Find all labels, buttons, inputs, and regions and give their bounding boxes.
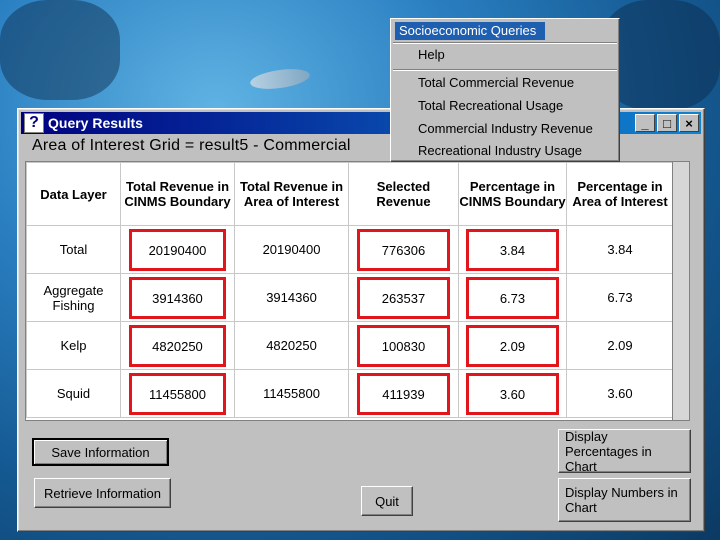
column-header: Total Revenue in Area of Interest: [234, 162, 349, 226]
menu-item-commercial-industry-revenue[interactable]: Commercial Industry Revenue: [418, 121, 593, 137]
table-cell: 11455800: [234, 369, 349, 418]
column-header: Percentage in CINMS Boundary: [458, 162, 567, 226]
table-row: Squid 11455800 11455800 411939 3.60 3.60: [26, 369, 674, 418]
column-header: Data Layer: [26, 162, 121, 226]
maximize-button[interactable]: □: [657, 114, 677, 132]
table-cell: Squid: [26, 369, 121, 418]
close-button[interactable]: ×: [679, 114, 699, 132]
highlighted-cell: 6.73: [466, 276, 559, 319]
menu-item-total-recreational-usage[interactable]: Total Recreational Usage: [418, 98, 563, 114]
highlighted-cell: 776306: [356, 228, 451, 271]
highlighted-cell: 100830: [356, 324, 451, 367]
retrieve-information-button[interactable]: Retrieve Information: [34, 478, 171, 508]
highlighted-cell: 2.09: [466, 324, 559, 367]
menu-item-recreational-industry-usage[interactable]: Recreational Industry Usage: [418, 143, 582, 159]
quit-button[interactable]: Quit: [361, 486, 413, 516]
table-cell: 2.09: [566, 321, 674, 370]
table-cell: 3.60: [566, 369, 674, 418]
highlighted-cell: 263537: [356, 276, 451, 319]
highlighted-cell: 3.84: [466, 228, 559, 271]
minimize-button[interactable]: _: [635, 114, 655, 132]
menu-title: Socioeconomic Queries: [395, 22, 545, 40]
row-label: Aggregate Fishing: [43, 282, 104, 313]
window-title: Query Results: [48, 115, 143, 131]
menu-separator: [393, 42, 617, 44]
highlighted-cell: 11455800: [128, 372, 227, 415]
table-header-row: Data Layer Total Revenue in CINMS Bounda…: [26, 162, 674, 226]
table-cell: Kelp: [26, 321, 121, 370]
column-header: Percentage in Area of Interest: [566, 162, 674, 226]
table-cell: 3.84: [566, 225, 674, 274]
table-row: Total 20190400 20190400 776306 3.84 3.84: [26, 225, 674, 274]
table-cell: 4820250: [234, 321, 349, 370]
menu-separator: [393, 69, 617, 71]
column-header: Selected Revenue: [348, 162, 459, 226]
highlighted-cell: 4820250: [128, 324, 227, 367]
grid-subtitle: Area of Interest Grid = result5 - Commer…: [32, 137, 351, 154]
table-row: Aggregate Fishing 3914360 3914360 263537…: [26, 273, 674, 322]
background-fish: [249, 65, 311, 93]
column-header: Total Revenue in CINMS Boundary: [120, 162, 235, 226]
background-kelp: [0, 0, 120, 100]
help-question-icon: ?: [24, 113, 44, 133]
highlighted-cell: 411939: [356, 372, 451, 415]
results-table-container: Data Layer Total Revenue in CINMS Bounda…: [25, 161, 690, 421]
highlighted-cell: 3.60: [466, 372, 559, 415]
highlighted-cell: 20190400: [128, 228, 227, 271]
save-information-button[interactable]: Save Information: [32, 438, 169, 466]
display-numbers-button[interactable]: Display Numbers in Chart: [558, 478, 691, 522]
menu-item-help[interactable]: Help: [418, 47, 445, 63]
query-results-window: ? Query Results _ □ × Area of Interest G…: [17, 108, 705, 532]
table-cell: 20190400: [234, 225, 349, 274]
table-cell: Aggregate Fishing: [26, 273, 121, 322]
highlighted-cell: 3914360: [128, 276, 227, 319]
table-cell: 6.73: [566, 273, 674, 322]
socioeconomic-queries-menu: Socioeconomic Queries Help Total Commerc…: [390, 18, 620, 162]
table-row: Kelp 4820250 4820250 100830 2.09 2.09: [26, 321, 674, 370]
table-cell: Total: [26, 225, 121, 274]
vertical-scrollbar[interactable]: [672, 162, 689, 420]
menu-item-total-commercial-revenue[interactable]: Total Commercial Revenue: [418, 75, 574, 91]
table-cell: 3914360: [234, 273, 349, 322]
results-table: Data Layer Total Revenue in CINMS Bounda…: [26, 162, 674, 418]
display-percentages-button[interactable]: Display Percentages in Chart: [558, 429, 691, 474]
